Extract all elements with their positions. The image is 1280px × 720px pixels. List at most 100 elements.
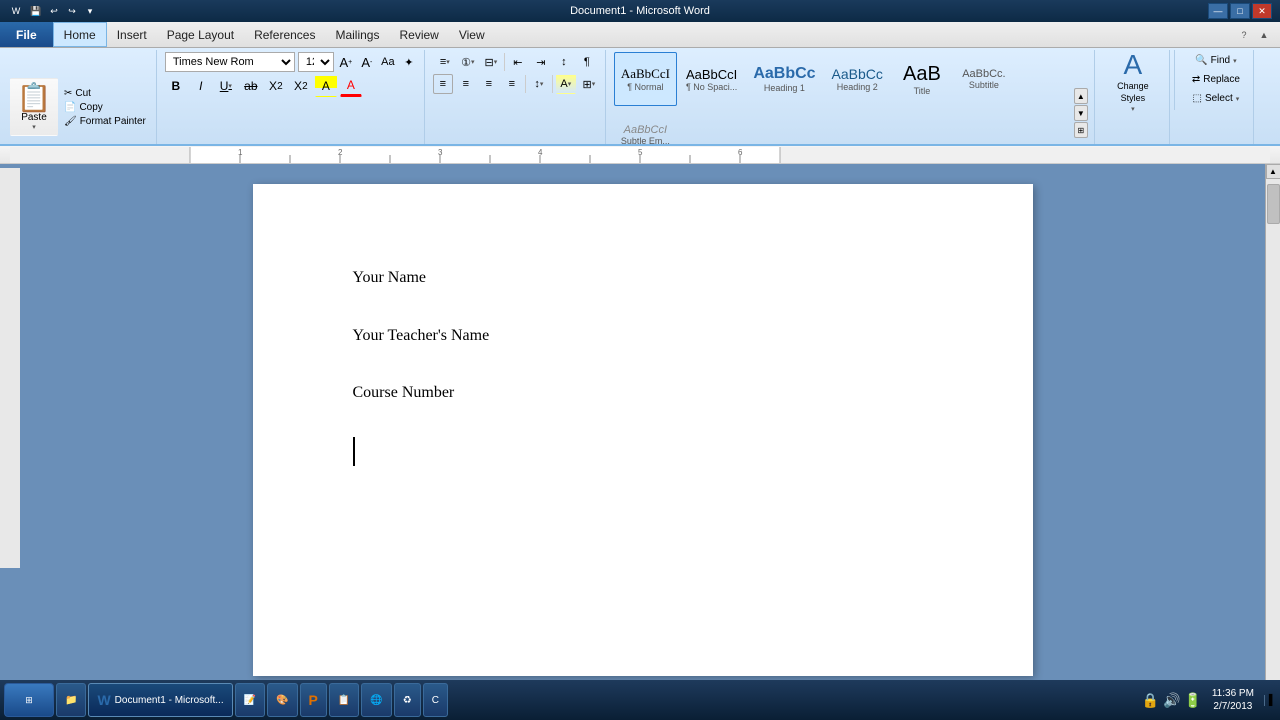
subscript-button[interactable]: X2 (265, 75, 287, 97)
style-normal[interactable]: AaBbCcI ¶ Normal (614, 52, 677, 106)
cut-button[interactable]: ✂ Cut (60, 87, 150, 100)
find-button[interactable]: 🔍 Find ▾ (1188, 52, 1243, 69)
customize-qa-btn[interactable]: ▾ (82, 3, 98, 19)
increase-indent-button[interactable]: ⇥ (531, 52, 551, 72)
bullets-button[interactable]: ≡▾ (435, 52, 455, 72)
underline-button[interactable]: U▾ (215, 75, 237, 97)
help-btn[interactable]: ? (1236, 27, 1252, 43)
style-no-spacing-label: ¶ No Spaci... (686, 82, 737, 92)
taskbar-right: 🔒 🔊 🔋 11:36 PM 2/7/2013 ▌ (1142, 687, 1276, 713)
close-btn[interactable]: ✕ (1252, 3, 1272, 19)
style-no-spacing[interactable]: AaBbCcI ¶ No Spaci... (679, 52, 744, 106)
font-name-combo[interactable]: Times New Rom (165, 52, 295, 72)
taskbar-publisher-btn[interactable]: P (300, 683, 327, 717)
scroll-up-arrow[interactable]: ▲ (1266, 164, 1280, 179)
grow-font-button[interactable]: A+ (337, 53, 355, 71)
taskbar-notepad-btn[interactable]: 📝 (235, 683, 265, 717)
style-subtitle[interactable]: AaBbCc. Subtitle (954, 52, 1014, 106)
change-case-button[interactable]: Aa (379, 53, 397, 71)
menu-review[interactable]: Review (389, 22, 448, 47)
replace-button[interactable]: ⇄ Replace (1185, 71, 1247, 88)
paste-dropdown-arrow[interactable]: ▾ (32, 123, 36, 131)
doc-line-2[interactable] (353, 293, 933, 322)
paste-button[interactable]: 📋 Paste ▾ (10, 78, 58, 136)
taskbar-explorer-btn[interactable]: 📁 (56, 683, 86, 717)
maximize-btn[interactable]: □ (1230, 3, 1250, 19)
ribbon-minimize-btn[interactable]: ▲ (1256, 27, 1272, 43)
doc-line-5[interactable]: Course Number (353, 379, 933, 408)
menu-insert[interactable]: Insert (107, 22, 157, 47)
window-controls[interactable]: — □ ✕ (1208, 3, 1272, 19)
taskbar-chrome-btn[interactable]: 🌐 (361, 683, 391, 717)
clear-formatting-button[interactable]: ✦ (400, 53, 418, 71)
menu-mailings[interactable]: Mailings (325, 22, 389, 47)
taskbar-clip-btn[interactable]: 📋 (329, 683, 359, 717)
document-area[interactable]: Your Name Your Teacher's Name Course Num… (20, 164, 1265, 696)
gallery-scroll-down[interactable]: ▼ (1074, 105, 1088, 121)
taskbar-cs-btn[interactable]: C (423, 683, 448, 717)
shading-button[interactable]: A▾ (556, 74, 576, 94)
scroll-thumb[interactable] (1267, 184, 1280, 224)
style-heading2[interactable]: AaBbCc Heading 2 (825, 52, 890, 106)
save-qa-btn[interactable]: 💾 (28, 3, 44, 19)
numbering-button[interactable]: ①▾ (458, 52, 478, 72)
strikethrough-button[interactable]: ab (240, 75, 262, 97)
line-spacing-button[interactable]: ↕▾ (529, 74, 549, 94)
start-icon: ⊞ (25, 695, 33, 706)
show-desktop-btn[interactable]: ▌ (1264, 695, 1276, 706)
bold-button[interactable]: B (165, 75, 187, 97)
clock-display[interactable]: 11:36 PM 2/7/2013 (1206, 687, 1260, 713)
taskbar-paint-btn[interactable]: 🎨 (267, 683, 297, 717)
paint-icon: 🎨 (276, 695, 288, 706)
align-right-button[interactable]: ≡ (479, 74, 499, 94)
gallery-scroll-up[interactable]: ▲ (1074, 88, 1088, 104)
doc-line-7[interactable] (353, 437, 355, 466)
minimize-btn[interactable]: — (1208, 3, 1228, 19)
doc-line-3[interactable]: Your Teacher's Name (353, 322, 933, 351)
decrease-indent-button[interactable]: ⇤ (508, 52, 528, 72)
doc-line-6[interactable] (353, 408, 933, 437)
style-heading1[interactable]: AaBbCc Heading 1 (746, 52, 822, 106)
borders-button[interactable]: ⊞▾ (579, 74, 599, 94)
doc-line-4[interactable] (353, 350, 933, 379)
gallery-expand[interactable]: ⊞ (1074, 122, 1088, 138)
vertical-scrollbar[interactable]: ▲ ▼ (1265, 164, 1280, 696)
show-formatting-button[interactable]: ¶ (577, 52, 597, 72)
style-heading1-preview: AaBbCc (753, 65, 815, 83)
menu-page-layout[interactable]: Page Layout (157, 22, 244, 47)
italic-button[interactable]: I (190, 75, 212, 97)
align-center-button[interactable]: ≡ (456, 74, 476, 94)
underline-dropdown-arrow: ▾ (228, 82, 232, 90)
select-button[interactable]: ⬚ Select ▾ (1186, 90, 1247, 107)
undo-qa-btn[interactable]: ↩ (46, 3, 62, 19)
justify-button[interactable]: ≡ (502, 74, 522, 94)
font-color-button[interactable]: A (340, 75, 362, 97)
font-size-combo[interactable]: 12 (298, 52, 334, 72)
superscript-button[interactable]: X2 (290, 75, 312, 97)
text-highlight-button[interactable]: A (315, 75, 337, 97)
document-page[interactable]: Your Name Your Teacher's Name Course Num… (253, 184, 1033, 676)
align-left-button[interactable]: ≡ (433, 74, 453, 94)
start-button[interactable]: ⊞ (4, 683, 54, 717)
multilevel-list-button[interactable]: ⊟▾ (481, 52, 501, 72)
style-heading2-label: Heading 2 (837, 82, 878, 92)
style-title[interactable]: AaB Title (892, 52, 952, 106)
menu-home[interactable]: Home (53, 22, 107, 47)
sort-button[interactable]: ↕ (554, 52, 574, 72)
scroll-track[interactable] (1266, 179, 1280, 681)
taskbar-word-btn[interactable]: W Document1 - Microsoft... (88, 683, 232, 717)
explorer-icon: 📁 (65, 695, 77, 706)
menu-file[interactable]: File (0, 22, 53, 47)
clipboard-small-btns: ✂ Cut 📄 Copy 🖌 Format Painter (60, 87, 150, 128)
format-painter-button[interactable]: 🖌 Format Painter (60, 115, 150, 128)
menu-references[interactable]: References (244, 22, 325, 47)
copy-button[interactable]: 📄 Copy (60, 101, 150, 114)
shrink-font-button[interactable]: A- (358, 53, 376, 71)
redo-qa-btn[interactable]: ↪ (64, 3, 80, 19)
menu-view[interactable]: View (449, 22, 495, 47)
style-subtle-em[interactable]: AaBbCcI Subtle Em... (614, 108, 677, 146)
copy-label: Copy (79, 102, 102, 113)
change-styles-button[interactable]: A ChangeStyles ▾ (1103, 52, 1163, 110)
doc-line-1[interactable]: Your Name (353, 264, 933, 293)
taskbar-ccleaner-btn[interactable]: ♻ (394, 683, 421, 717)
